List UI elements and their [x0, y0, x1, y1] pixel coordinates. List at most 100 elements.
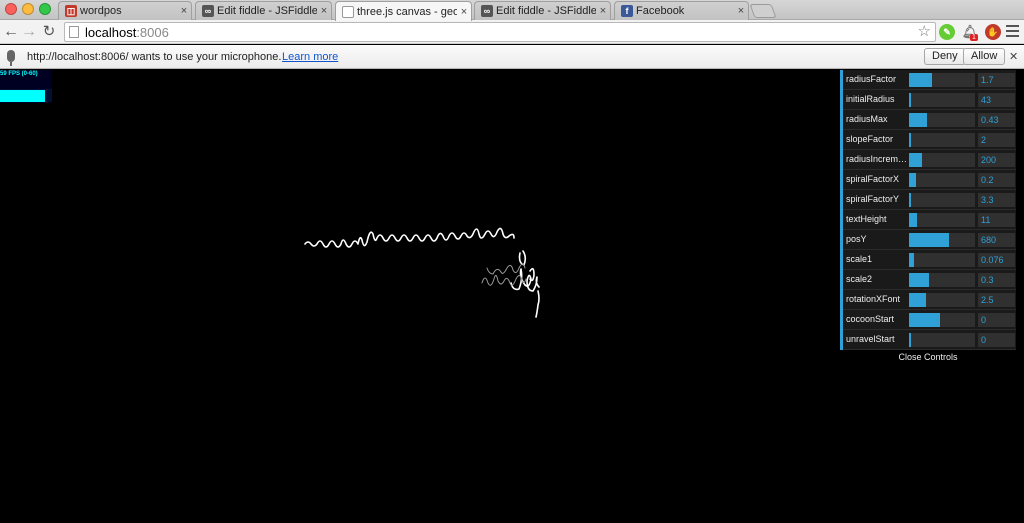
- control-value-input[interactable]: 43: [978, 93, 1015, 107]
- url-host: localhost: [85, 24, 137, 40]
- control-row-slopefactor: slopeFactor 2: [843, 130, 1016, 150]
- close-infobar-icon[interactable]: ✕: [1009, 50, 1018, 63]
- control-row-radiusfactor: radiusFactor 1.7: [843, 70, 1016, 90]
- tab-title: Edit fiddle - JSFiddle: [217, 5, 317, 17]
- control-row-textheight: textHeight 11: [843, 210, 1016, 230]
- control-row-scale2: scale2 0.3: [843, 270, 1016, 290]
- slider-fill: [909, 73, 932, 87]
- slider-fill: [909, 273, 929, 287]
- control-row-scale1: scale1 0.076: [843, 250, 1016, 270]
- slider-fill: [909, 153, 922, 167]
- control-slider[interactable]: [909, 253, 975, 267]
- learn-more-link[interactable]: Learn more: [282, 51, 338, 63]
- control-row-cocoonstart: cocoonStart 0: [843, 310, 1016, 330]
- control-slider[interactable]: [909, 173, 975, 187]
- control-label: radiusFactor: [846, 74, 897, 84]
- tab-title: Facebook: [636, 5, 685, 17]
- zoom-window-button[interactable]: [39, 3, 51, 15]
- close-tab-icon[interactable]: ×: [734, 5, 748, 17]
- slider-fill: [909, 233, 949, 247]
- control-slider[interactable]: [909, 133, 975, 147]
- control-value-input[interactable]: 3.3: [978, 193, 1015, 207]
- address-bar[interactable]: localhost :8006 ☆: [64, 22, 936, 42]
- permission-message: http://localhost:8006/ wants to use your…: [27, 51, 282, 63]
- control-label: rotationXFont: [846, 294, 901, 304]
- control-slider[interactable]: [909, 93, 975, 107]
- control-value-input[interactable]: 200: [978, 153, 1015, 167]
- minimize-window-button[interactable]: [22, 3, 34, 15]
- control-slider[interactable]: [909, 313, 975, 327]
- control-value-input[interactable]: 11: [978, 213, 1015, 227]
- control-label: spiralFactorY: [846, 194, 900, 204]
- jsfiddle-favicon-icon: ∞: [481, 5, 493, 17]
- tab-title: Edit fiddle - JSFiddle: [496, 5, 596, 17]
- threejs-canvas[interactable]: 59 FPS (0-60) radiusFactor 1.7 initialRadi…: [0, 70, 1024, 523]
- control-value-input[interactable]: 680: [978, 233, 1015, 247]
- close-tab-icon[interactable]: ×: [317, 5, 331, 17]
- control-slider[interactable]: [909, 153, 975, 167]
- facebook-favicon-icon: f: [621, 5, 633, 17]
- close-window-button[interactable]: [5, 3, 17, 15]
- adblock-extension-icon[interactable]: ✋: [985, 24, 1001, 40]
- slider-fill: [909, 313, 940, 327]
- controls-list: radiusFactor 1.7 initialRadius 43 radiusMax 0…: [840, 70, 1016, 350]
- menu-icon[interactable]: [1006, 25, 1019, 40]
- control-row-initialradius: initialRadius 43: [843, 90, 1016, 110]
- deny-button[interactable]: Deny: [924, 48, 966, 65]
- control-row-radiusmax: radiusMax 0.43: [843, 110, 1016, 130]
- control-slider[interactable]: [909, 113, 975, 127]
- control-label: scale2: [846, 274, 873, 284]
- url-port: :8006: [136, 24, 169, 40]
- slider-fill: [909, 253, 914, 267]
- control-label: unravelStart: [846, 334, 895, 344]
- control-value-input[interactable]: 0.43: [978, 113, 1015, 127]
- control-value-input[interactable]: 2: [978, 133, 1015, 147]
- control-row-spiralfactorx: spiralFactorX 0.2: [843, 170, 1016, 190]
- bookmark-star-icon[interactable]: ☆: [918, 23, 931, 41]
- control-value-input[interactable]: 0: [978, 333, 1015, 347]
- slider-fill: [909, 93, 911, 107]
- evernote-extension-icon[interactable]: ✎: [939, 24, 955, 40]
- control-value-input[interactable]: 0.3: [978, 273, 1015, 287]
- microphone-icon: [7, 50, 15, 66]
- tab-facebook[interactable]: f Facebook ×: [614, 1, 749, 20]
- new-tab-button[interactable]: [749, 4, 777, 18]
- control-label: spiralFactorX: [846, 174, 900, 184]
- close-controls-button[interactable]: Close Controls: [840, 350, 1016, 364]
- control-label: scale1: [846, 254, 873, 264]
- control-value-input[interactable]: 0: [978, 313, 1015, 327]
- control-value-input[interactable]: 0.076: [978, 253, 1015, 267]
- reload-icon[interactable]: ↻: [40, 23, 58, 41]
- back-arrow-icon[interactable]: ←: [2, 23, 20, 41]
- control-value-input[interactable]: 0.2: [978, 173, 1015, 187]
- tab-threejs-canvas[interactable]: three.js canvas - geometry ×: [335, 1, 472, 21]
- control-slider[interactable]: [909, 273, 975, 287]
- page-icon: [342, 5, 354, 18]
- tab-jsfiddle-1[interactable]: ∞ Edit fiddle - JSFiddle ×: [195, 1, 332, 20]
- control-slider[interactable]: [909, 193, 975, 207]
- allow-button[interactable]: Allow: [963, 48, 1006, 65]
- page-icon: [69, 26, 79, 38]
- control-slider[interactable]: [909, 293, 975, 307]
- control-value-input[interactable]: 1.7: [978, 73, 1015, 87]
- tab-jsfiddle-2[interactable]: ∞ Edit fiddle - JSFiddle ×: [474, 1, 611, 20]
- close-tab-icon[interactable]: ×: [177, 5, 191, 17]
- slider-fill: [909, 113, 927, 127]
- control-label: cocoonStart: [846, 314, 895, 324]
- control-value-input[interactable]: 2.5: [978, 293, 1015, 307]
- close-tab-icon[interactable]: ×: [596, 5, 610, 17]
- notification-count-badge: 1: [970, 34, 978, 41]
- control-row-radiusincrement: radiusIncrement 200: [843, 150, 1016, 170]
- control-slider[interactable]: [909, 213, 975, 227]
- slider-fill: [909, 133, 911, 147]
- control-row-posy: posY 680: [843, 230, 1016, 250]
- forward-arrow-icon[interactable]: →: [20, 23, 38, 41]
- control-label: slopeFactor: [846, 134, 894, 144]
- tab-wordpos[interactable]: ◫ wordpos ×: [58, 1, 192, 20]
- slider-fill: [909, 193, 911, 207]
- control-slider[interactable]: [909, 233, 975, 247]
- close-tab-icon[interactable]: ×: [457, 6, 471, 18]
- control-slider[interactable]: [909, 333, 975, 347]
- dat-gui-controls-panel: radiusFactor 1.7 initialRadius 43 radiusMax 0…: [840, 70, 1016, 364]
- control-slider[interactable]: [909, 73, 975, 87]
